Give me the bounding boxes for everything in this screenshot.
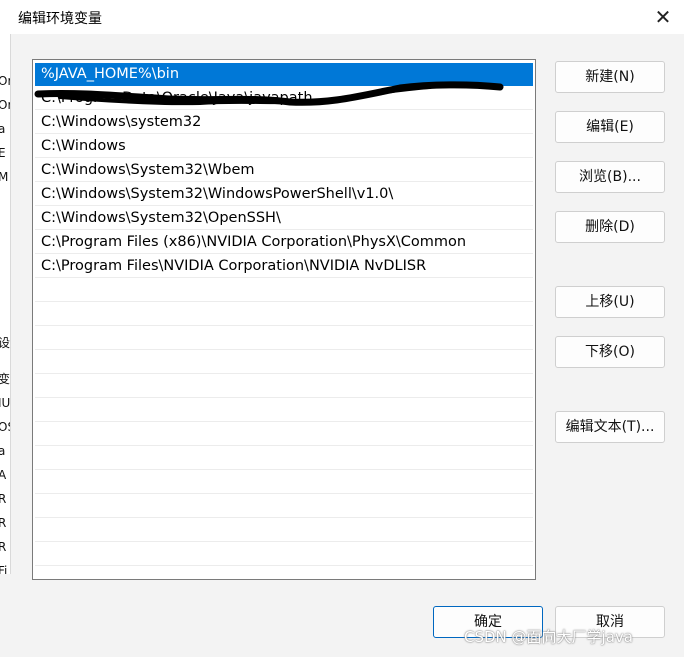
empty-row	[35, 351, 533, 374]
bg-text: Or	[0, 98, 10, 112]
delete-button[interactable]: 删除(D)	[555, 211, 665, 243]
watermark-text: CSDN @面向大厂学java	[464, 628, 633, 646]
path-list[interactable]: %JAVA_HOME%\bin C:\ProgramData\Oracle\Ja…	[32, 59, 536, 580]
list-item-selected[interactable]: %JAVA_HOME%\bin	[35, 63, 533, 86]
edit-env-var-dialog: 编辑环境变量 ✕ 0 Or Or a E M 设 变 IU OS a A R R…	[0, 0, 684, 657]
bg-text: M	[0, 170, 8, 184]
empty-row	[35, 327, 533, 350]
bg-text: A	[0, 468, 6, 482]
list-item[interactable]: C:\Windows\system32	[35, 111, 533, 134]
background-window-strip: 0 Or Or a E M 设 变 IU OS a A R R R Fi	[0, 34, 11, 574]
list-item[interactable]: C:\Windows\System32\Wbem	[35, 159, 533, 182]
empty-row	[35, 543, 533, 566]
empty-row	[35, 399, 533, 422]
edit-text-button[interactable]: 编辑文本(T)...	[555, 411, 665, 443]
bg-text: R	[0, 516, 6, 530]
bg-text: a	[0, 122, 5, 136]
empty-row	[35, 471, 533, 494]
list-item[interactable]: C:\Program Files (x86)\NVIDIA Corporatio…	[35, 231, 533, 254]
empty-row	[35, 303, 533, 326]
empty-row	[35, 519, 533, 542]
dialog-title: 编辑环境变量	[18, 11, 102, 27]
close-icon[interactable]: ✕	[648, 4, 678, 30]
bg-text: Fi	[0, 564, 8, 574]
list-item[interactable]: C:\Program Files\NVIDIA Corporation\NVID…	[35, 255, 533, 278]
bg-text: Or	[0, 74, 10, 88]
bg-text: 变	[0, 370, 10, 387]
empty-row	[35, 495, 533, 518]
bg-text: R	[0, 492, 6, 506]
move-up-button[interactable]: 上移(U)	[555, 286, 665, 318]
list-item[interactable]: C:\Windows\System32\WindowsPowerShell\v1…	[35, 183, 533, 206]
bg-text: R	[0, 540, 6, 554]
empty-row	[35, 375, 533, 398]
empty-row	[35, 447, 533, 470]
move-down-button[interactable]: 下移(O)	[555, 336, 665, 368]
empty-row	[35, 423, 533, 446]
bg-text: OS	[0, 420, 10, 434]
bg-text: E	[0, 146, 6, 160]
browse-button[interactable]: 浏览(B)...	[555, 161, 665, 193]
bg-text: a	[0, 444, 5, 458]
empty-row	[35, 279, 533, 302]
edit-button[interactable]: 编辑(E)	[555, 111, 665, 143]
title-bar: 编辑环境变量 ✕	[0, 0, 684, 34]
list-item[interactable]: C:\Windows	[35, 135, 533, 158]
list-item[interactable]: C:\ProgramData\Oracle\Java\javapath	[35, 87, 533, 110]
bg-text: IU	[0, 396, 11, 410]
list-item[interactable]: C:\Windows\System32\OpenSSH\	[35, 207, 533, 230]
bg-text: 设	[0, 334, 10, 351]
new-button[interactable]: 新建(N)	[555, 61, 665, 93]
